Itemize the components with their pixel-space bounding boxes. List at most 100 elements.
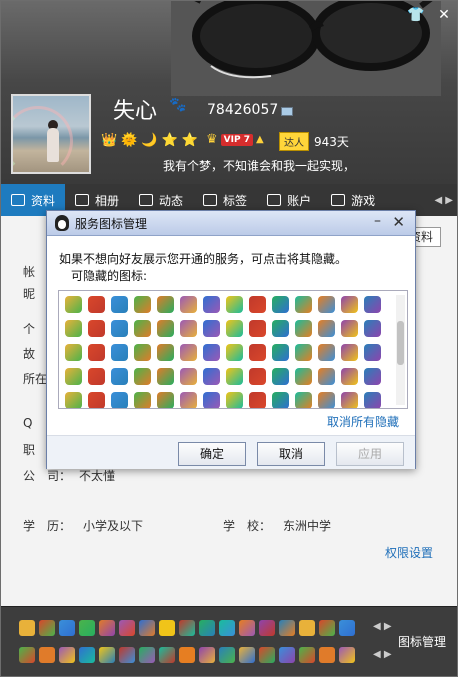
icon-row-scroll-arrows[interactable]: ◀ ▶ xyxy=(373,649,392,660)
service-icon[interactable] xyxy=(341,368,358,385)
service-icon[interactable] xyxy=(65,320,82,337)
service-icon[interactable] xyxy=(203,392,220,408)
service-icon[interactable] xyxy=(119,620,135,636)
signature[interactable]: 我有个梦，不知谁会和我一起实现， xyxy=(163,157,355,174)
service-icon[interactable] xyxy=(59,620,75,636)
service-icon[interactable] xyxy=(259,647,275,663)
service-icon[interactable] xyxy=(199,647,215,663)
service-icon[interactable] xyxy=(249,368,266,385)
talent-badge[interactable]: 达人 943天 xyxy=(279,132,349,151)
service-icon[interactable] xyxy=(295,296,312,313)
cancel-all-hidden-link[interactable]: 取消所有隐藏 xyxy=(327,413,399,430)
close-icon[interactable]: ✕ xyxy=(392,213,405,231)
service-icon[interactable] xyxy=(180,320,197,337)
service-icon[interactable] xyxy=(134,344,151,361)
service-icon[interactable] xyxy=(19,647,35,663)
service-icon[interactable] xyxy=(111,368,128,385)
service-icon[interactable] xyxy=(111,296,128,313)
service-icon[interactable] xyxy=(364,296,381,313)
vip-badge[interactable]: ♛ VIP 7 ▲ xyxy=(206,132,264,147)
service-icon[interactable] xyxy=(318,392,335,408)
service-icon[interactable] xyxy=(99,620,115,636)
service-icon[interactable] xyxy=(299,647,315,663)
service-icon[interactable] xyxy=(364,344,381,361)
service-icon[interactable] xyxy=(226,392,243,408)
permission-settings-link[interactable]: 权限设置 xyxy=(385,544,433,561)
service-icon[interactable] xyxy=(180,392,197,408)
service-icon[interactable] xyxy=(203,368,220,385)
service-icon[interactable] xyxy=(88,368,105,385)
service-icon[interactable] xyxy=(88,392,105,408)
service-icon[interactable] xyxy=(65,368,82,385)
service-icon[interactable] xyxy=(199,620,215,636)
cancel-button[interactable]: 取消 xyxy=(257,442,325,466)
service-icon[interactable] xyxy=(319,620,335,636)
service-icon[interactable] xyxy=(159,620,175,636)
service-icon[interactable] xyxy=(259,620,275,636)
service-icon[interactable] xyxy=(65,392,82,408)
service-icon[interactable] xyxy=(111,344,128,361)
service-icon[interactable] xyxy=(134,296,151,313)
service-icon[interactable] xyxy=(219,620,235,636)
service-icon[interactable] xyxy=(139,620,155,636)
service-icon[interactable] xyxy=(179,620,195,636)
service-icon[interactable] xyxy=(111,392,128,408)
service-icon[interactable] xyxy=(339,647,355,663)
service-icon[interactable] xyxy=(159,647,175,663)
service-icon[interactable] xyxy=(226,368,243,385)
service-icon[interactable] xyxy=(226,296,243,313)
service-icon[interactable] xyxy=(295,344,312,361)
service-icon[interactable] xyxy=(219,647,235,663)
icon-row-scroll-arrows[interactable]: ◀ ▶ xyxy=(373,621,392,632)
service-icon[interactable] xyxy=(88,344,105,361)
service-icon[interactable] xyxy=(318,344,335,361)
service-icon[interactable] xyxy=(272,296,289,313)
service-icon[interactable] xyxy=(134,368,151,385)
service-icon[interactable] xyxy=(39,620,55,636)
service-icon[interactable] xyxy=(295,368,312,385)
service-icon[interactable] xyxy=(65,296,82,313)
tab-scroll-arrows[interactable]: ◀ ▶ xyxy=(434,195,457,206)
service-icon[interactable] xyxy=(364,392,381,408)
avatar[interactable] xyxy=(11,94,91,174)
service-icon[interactable] xyxy=(272,344,289,361)
service-icon[interactable] xyxy=(139,647,155,663)
service-icon[interactable] xyxy=(299,620,315,636)
apply-button[interactable]: 应用 xyxy=(336,442,404,466)
scrollbar-thumb[interactable] xyxy=(397,321,404,365)
service-icon[interactable] xyxy=(341,320,358,337)
service-icon[interactable] xyxy=(249,392,266,408)
service-icon[interactable] xyxy=(364,368,381,385)
service-icon[interactable] xyxy=(39,647,55,663)
service-icon[interactable] xyxy=(119,647,135,663)
service-icon[interactable] xyxy=(134,392,151,408)
service-icon[interactable] xyxy=(272,392,289,408)
service-icon[interactable] xyxy=(59,647,75,663)
minimize-icon[interactable]: – xyxy=(374,213,381,229)
service-icon[interactable] xyxy=(339,620,355,636)
service-icon[interactable] xyxy=(249,320,266,337)
service-icon[interactable] xyxy=(318,296,335,313)
service-icon[interactable] xyxy=(157,296,174,313)
icon-manage-button[interactable]: 图标管理 xyxy=(398,633,446,650)
service-icon[interactable] xyxy=(157,368,174,385)
service-icon[interactable] xyxy=(134,320,151,337)
service-icon[interactable] xyxy=(157,392,174,408)
service-icon[interactable] xyxy=(364,320,381,337)
service-icon[interactable] xyxy=(179,647,195,663)
service-icon[interactable] xyxy=(99,647,115,663)
service-icon[interactable] xyxy=(249,296,266,313)
service-icon[interactable] xyxy=(318,368,335,385)
service-icon[interactable] xyxy=(341,296,358,313)
service-icon[interactable] xyxy=(239,620,255,636)
card-icon[interactable] xyxy=(281,107,293,116)
service-icon[interactable] xyxy=(203,296,220,313)
service-icon[interactable] xyxy=(318,320,335,337)
service-icon[interactable] xyxy=(79,620,95,636)
service-icon[interactable] xyxy=(341,344,358,361)
service-icon[interactable] xyxy=(19,620,35,636)
service-icon[interactable] xyxy=(157,320,174,337)
service-icon[interactable] xyxy=(279,620,295,636)
service-icon[interactable] xyxy=(88,296,105,313)
skin-icon[interactable]: 👕 xyxy=(405,5,427,25)
